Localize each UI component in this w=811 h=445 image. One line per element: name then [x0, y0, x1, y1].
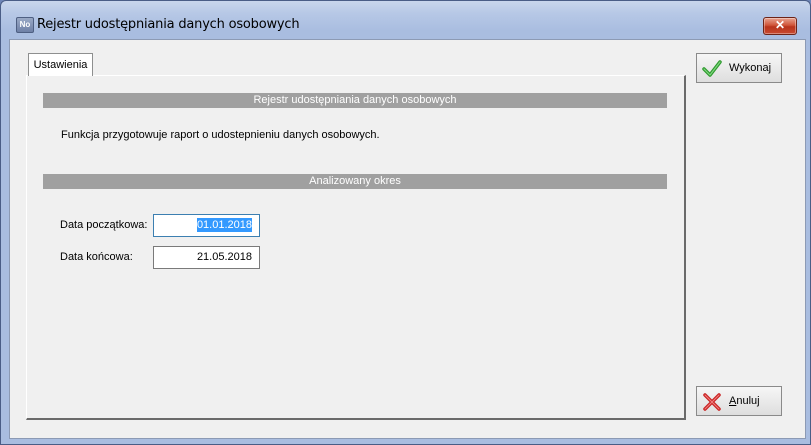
- tab-ustawienia[interactable]: Ustawienia: [28, 53, 93, 76]
- cross-icon: [703, 393, 721, 411]
- execute-button[interactable]: Wykonaj: [696, 53, 782, 83]
- cancel-button[interactable]: Anuluj: [696, 386, 782, 416]
- cancel-button-label: Anuluj: [729, 395, 760, 407]
- section-header-register: Rejestr udostępniania danych osobowych: [43, 93, 667, 108]
- end-date-value: 21.05.2018: [196, 251, 252, 263]
- window-title: Rejestr udostępniania danych osobowych: [37, 17, 300, 32]
- start-date-label: Data początkowa:: [60, 219, 148, 231]
- cancel-label-rest: nuluj: [736, 395, 760, 407]
- close-button[interactable]: ✕: [763, 17, 797, 35]
- dialog-client-area: Ustawienia Rejestr udostępniania danych …: [9, 39, 806, 439]
- section-header-period: Analizowany okres: [43, 174, 667, 189]
- end-date-input[interactable]: 21.05.2018: [153, 246, 260, 269]
- execute-button-label: Wykonaj: [729, 62, 772, 74]
- settings-tab-panel: Rejestr udostępniania danych osobowych F…: [26, 75, 686, 420]
- app-icon: No: [16, 17, 34, 33]
- dialog-window: No Rejestr udostępniania danych osobowyc…: [0, 0, 811, 445]
- title-bar[interactable]: No Rejestr udostępniania danych osobowyc…: [1, 1, 810, 35]
- end-date-label: Data końcowa:: [60, 251, 133, 263]
- close-icon: ✕: [774, 18, 786, 32]
- start-date-value: 01.01.2018: [196, 218, 252, 232]
- description-text: Funkcja przygotowuje raport o udostepnie…: [61, 129, 380, 141]
- checkmark-icon: [702, 60, 722, 77]
- tab-label: Ustawienia: [33, 59, 88, 71]
- start-date-input[interactable]: 01.01.2018: [153, 214, 260, 237]
